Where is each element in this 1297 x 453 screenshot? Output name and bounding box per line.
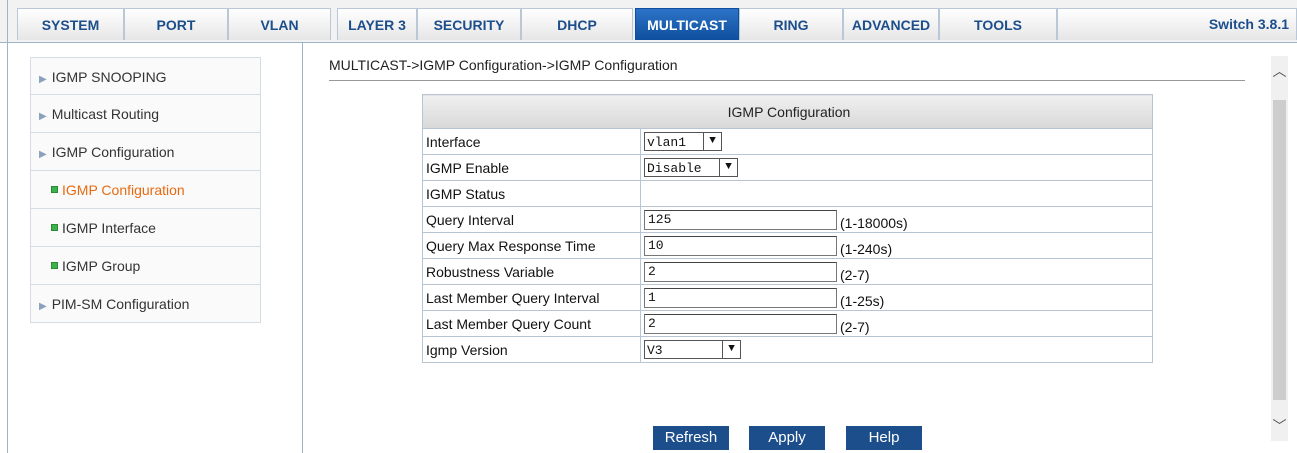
sidebar-item-igmp-interface[interactable]: IGMP Interface <box>30 209 261 247</box>
sidebar-item-pim-sm-configuration[interactable]: ▶ PIM-SM Configuration <box>30 285 261 323</box>
sidebar-item-label: PIM-SM Configuration <box>51 296 190 312</box>
field-label: Interface <box>422 128 641 155</box>
tab-multicast[interactable]: MULTICAST <box>635 8 739 40</box>
help-button[interactable]: Help <box>846 426 922 450</box>
sidebar-item-igmp-configuration-group[interactable]: ▶ IGMP Configuration <box>30 133 261 171</box>
triangle-right-icon: ▶ <box>39 149 47 160</box>
igmp-enable-select[interactable]: Disable ▼ <box>644 158 738 177</box>
select-value: V3 <box>647 343 663 358</box>
tab-vlan[interactable]: VLAN <box>228 8 331 40</box>
table-row: Igmp Version V3 ▼ <box>422 336 1153 363</box>
refresh-button[interactable]: Refresh <box>653 426 729 450</box>
value-cell: 2 (2-7) <box>640 258 1153 285</box>
chevron-down-icon: ▼ <box>722 341 740 358</box>
query-max-response-input[interactable]: 10 <box>644 235 837 256</box>
sidebar-item-label: IGMP Interface <box>62 220 156 236</box>
tab-port[interactable]: PORT <box>124 8 228 40</box>
igmp-version-select[interactable]: V3 ▼ <box>644 340 741 359</box>
triangle-right-icon: ▶ <box>39 74 47 85</box>
value-cell: vlan1 ▼ <box>640 128 1153 155</box>
sidebar-item-label: Multicast Routing <box>51 106 160 122</box>
robustness-input[interactable]: 2 <box>644 261 837 282</box>
chevron-down-icon: ▼ <box>703 133 721 150</box>
last-member-interval-input[interactable]: 1 <box>644 287 837 308</box>
table-title: IGMP Configuration <box>422 94 1153 129</box>
table-row: Last Member Query Count 2 (2-7) <box>422 310 1153 337</box>
sidebar-item-label: IGMP Configuration <box>62 182 185 198</box>
field-label: IGMP Status <box>422 180 641 207</box>
tab-ring[interactable]: RING <box>739 8 843 40</box>
breadcrumb: MULTICAST->IGMP Configuration->IGMP Conf… <box>329 57 678 73</box>
range-hint: (1-25s) <box>840 292 885 309</box>
value-cell: 2 (2-7) <box>640 310 1153 337</box>
select-value: Disable <box>647 161 702 176</box>
table-row: IGMP Status <box>422 180 1153 207</box>
divider <box>329 80 1245 81</box>
tab-dhcp[interactable]: DHCP <box>521 8 633 40</box>
interface-select[interactable]: vlan1 ▼ <box>644 132 722 151</box>
field-label: Robustness Variable <box>422 258 641 285</box>
scrollbar[interactable]: ︿ ﹀ <box>1271 56 1288 441</box>
frame-border <box>7 0 8 453</box>
value-cell: V3 ▼ <box>640 336 1153 363</box>
table-row: Robustness Variable 2 (2-7) <box>422 258 1153 285</box>
field-label: Igmp Version <box>422 336 641 363</box>
range-hint: (2-7) <box>840 318 870 335</box>
tab-advanced[interactable]: ADVANCED <box>843 8 939 40</box>
sidebar-item-label: IGMP Configuration <box>51 144 175 160</box>
field-label: Query Interval <box>422 206 641 233</box>
chevron-down-icon: ▼ <box>719 159 737 176</box>
table-row: IGMP Enable Disable ▼ <box>422 154 1153 181</box>
triangle-right-icon: ▶ <box>39 111 47 122</box>
range-hint: (2-7) <box>840 266 870 283</box>
last-member-count-input[interactable]: 2 <box>644 313 837 334</box>
tab-system[interactable]: SYSTEM <box>17 8 124 40</box>
value-cell: 1 (1-25s) <box>640 284 1153 311</box>
chevron-up-icon[interactable]: ︿ <box>1271 56 1288 86</box>
version-label: Switch 3.8.1 <box>1208 16 1289 32</box>
field-label: Query Max Response Time <box>422 232 641 259</box>
green-square-icon <box>51 261 58 269</box>
sidebar: ▶ IGMP SNOOPING ▶ Multicast Routing ▶ IGMP … <box>30 57 261 323</box>
table-row: Last Member Query Interval 1 (1-25s) <box>422 284 1153 311</box>
table-row: Query Max Response Time 10 (1-240s) <box>422 232 1153 259</box>
field-label: IGMP Enable <box>422 154 641 181</box>
tab-security[interactable]: SECURITY <box>417 8 521 40</box>
tab-tools[interactable]: TOOLS <box>939 8 1057 40</box>
range-hint: (1-240s) <box>840 240 893 257</box>
tab-layer3[interactable]: LAYER 3 <box>337 8 417 40</box>
value-cell: Disable ▼ <box>640 154 1153 181</box>
igmp-config-table: IGMP Configuration Interface vlan1 ▼ IGM… <box>422 94 1153 363</box>
range-hint: (1-18000s) <box>840 214 908 231</box>
sidebar-item-igmp-group[interactable]: IGMP Group <box>30 247 261 285</box>
triangle-right-icon: ▶ <box>39 301 47 312</box>
query-interval-input[interactable]: 125 <box>644 209 837 230</box>
scroll-thumb[interactable] <box>1273 100 1286 400</box>
table-row: Query Interval 125 (1-18000s) <box>422 206 1153 233</box>
table-row: Interface vlan1 ▼ <box>422 128 1153 155</box>
sidebar-item-label: IGMP Group <box>62 258 141 274</box>
green-square-icon <box>51 223 58 231</box>
green-square-icon <box>51 185 58 193</box>
chevron-down-icon[interactable]: ﹀ <box>1271 411 1288 441</box>
select-value: vlan1 <box>647 135 687 150</box>
value-cell: 10 (1-240s) <box>640 232 1153 259</box>
sidebar-item-multicast-routing[interactable]: ▶ Multicast Routing <box>30 95 261 133</box>
sidebar-item-igmp-configuration[interactable]: IGMP Configuration <box>30 171 261 209</box>
field-label: Last Member Query Count <box>422 310 641 337</box>
sidebar-item-label: IGMP SNOOPING <box>51 69 167 85</box>
field-label: Last Member Query Interval <box>422 284 641 311</box>
apply-button[interactable]: Apply <box>749 426 825 450</box>
value-cell: 125 (1-18000s) <box>640 206 1153 233</box>
sidebar-item-igmp-snooping[interactable]: ▶ IGMP SNOOPING <box>30 57 261 95</box>
top-nav: SYSTEM PORT VLAN LAYER 3 SECURITY DHCP M… <box>0 0 1297 43</box>
divider <box>302 42 303 453</box>
igmp-status-value <box>640 180 1153 207</box>
